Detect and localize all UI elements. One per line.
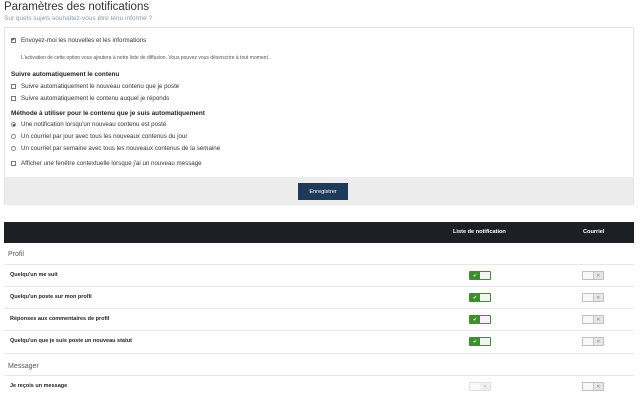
email-toggle[interactable]: ✕ [582, 315, 604, 324]
method-option-daily[interactable]: Un courriel par jour avec tous les nouve… [11, 133, 187, 140]
row-label: Quelqu'un que je suis poste un nouveau s… [10, 338, 133, 344]
column-header-email: Courriel [583, 229, 605, 235]
follow-new-content-checkbox[interactable] [11, 84, 16, 89]
newsletter-option[interactable]: ✔ Envoyez-moi les nouvelles et les infor… [11, 37, 146, 44]
popup-option[interactable]: Afficher une fenêtre contextuelle lorsqu… [11, 160, 202, 167]
row-label: Quelqu'un poste sur mon profil [10, 294, 92, 300]
list-toggle[interactable]: ✔ [469, 315, 491, 324]
save-button[interactable]: Enregistrer [298, 183, 348, 200]
page-header: Paramètres des notifications Sur quels s… [4, 0, 152, 22]
row-label: Je reçois un message [10, 383, 68, 389]
group-title-profile: Profil [8, 251, 24, 258]
email-toggle[interactable]: ✕ [582, 293, 604, 302]
popup-checkbox[interactable] [11, 161, 16, 166]
email-toggle[interactable]: ✕ [582, 337, 604, 346]
follow-section-title: Suivre automatiquement le contenu [11, 71, 120, 78]
table-header: Liste de notification Courriel [4, 222, 634, 243]
method-radio-daily[interactable] [11, 134, 16, 139]
method-option-weekly[interactable]: Un courriel par semaine avec tous les no… [11, 145, 220, 152]
method-label-weekly: Un courriel par semaine avec tous les no… [21, 145, 221, 152]
table-row: Je reçois un message ✕ ✕ [4, 375, 634, 398]
check-icon: ✔ [470, 338, 480, 345]
method-label-notification: Une notification lorsqu'un nouveau conte… [21, 121, 167, 128]
email-toggle[interactable]: ✕ [582, 382, 604, 391]
email-toggle[interactable]: ✕ [582, 271, 604, 280]
follow-new-content-label: Suivre automatiquement le nouveau conten… [21, 83, 180, 90]
method-radio-weekly[interactable] [11, 146, 16, 151]
follow-replied-content-label: Suivre automatiquement le contenu auquel… [21, 95, 170, 102]
check-icon: ✔ [470, 294, 480, 301]
check-icon: ✔ [470, 316, 480, 323]
settings-panel: ✔ Envoyez-moi les nouvelles et les infor… [4, 27, 634, 205]
newsletter-label: Envoyez-moi les nouvelles et les informa… [21, 37, 147, 44]
group-title-messenger: Messager [8, 363, 39, 370]
check-icon: ✔ [470, 272, 480, 279]
newsletter-help-text: L'activation de cette option vous ajoute… [21, 55, 270, 61]
follow-replied-content-option[interactable]: Suivre automatiquement le contenu auquel… [11, 95, 169, 102]
newsletter-checkbox[interactable]: ✔ [11, 38, 16, 43]
popup-label: Afficher une fenêtre contextuelle lorsqu… [21, 160, 202, 167]
list-toggle: ✕ [469, 382, 491, 391]
follow-replied-content-checkbox[interactable] [11, 96, 16, 101]
page-title: Paramètres des notifications [4, 1, 150, 13]
notification-table: Liste de notification Courriel Profil Qu… [4, 222, 634, 391]
close-icon: ✕ [596, 272, 601, 279]
close-icon: ✕ [596, 316, 601, 323]
page-subtitle: Sur quels sujets souhaitez-vous être ten… [4, 15, 153, 22]
method-label-daily: Un courriel par jour avec tous les nouve… [21, 133, 188, 140]
method-option-notification[interactable]: Une notification lorsqu'un nouveau conte… [11, 121, 166, 128]
row-label: Quelqu'un me suit [10, 272, 58, 278]
close-icon: ✕ [596, 294, 601, 301]
table-row: Réponses aux commentaires de profil ✔ ✕ [4, 308, 634, 331]
list-toggle[interactable]: ✔ [469, 337, 491, 346]
table-row: Quelqu'un que je suis poste un nouveau s… [4, 330, 634, 353]
method-section-title: Méthode à utiliser pour le contenu que j… [11, 110, 205, 117]
method-radio-notification[interactable] [11, 122, 16, 127]
close-icon: ✕ [596, 383, 601, 390]
group-row-messenger: Messager [4, 353, 634, 376]
row-label: Réponses aux commentaires de profil [10, 316, 110, 322]
close-icon: ✕ [482, 383, 488, 390]
close-icon: ✕ [596, 338, 601, 345]
list-toggle[interactable]: ✔ [469, 271, 491, 280]
form-footer: Enregistrer [5, 177, 633, 205]
table-row: Quelqu'un poste sur mon profil ✔ ✕ [4, 286, 634, 309]
follow-new-content-option[interactable]: Suivre automatiquement le nouveau conten… [11, 83, 179, 90]
list-toggle[interactable]: ✔ [469, 293, 491, 302]
column-header-list: Liste de notification [453, 229, 506, 235]
table-row: Quelqu'un me suit ✔ ✕ [4, 264, 634, 287]
